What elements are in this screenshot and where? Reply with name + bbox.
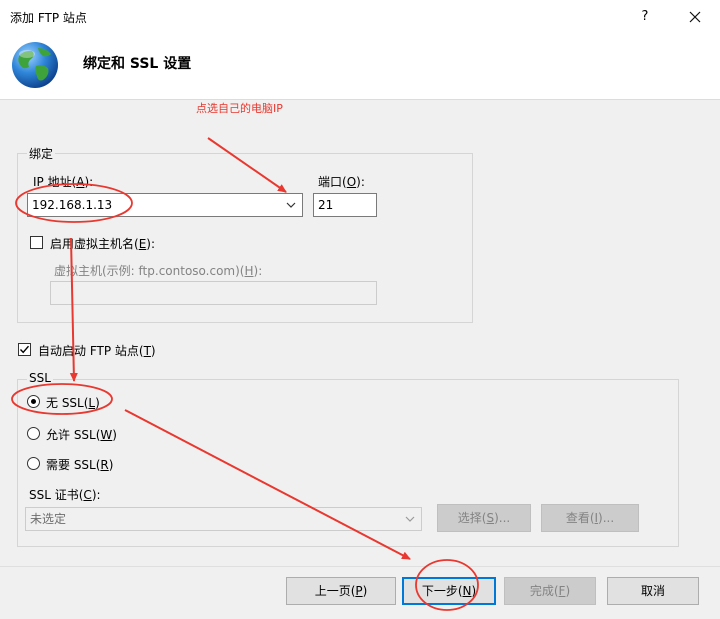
- previous-key: P: [355, 584, 363, 598]
- autostart-checkbox[interactable]: [18, 343, 31, 356]
- select-cert-key: S: [486, 511, 495, 525]
- require-ssl-label-end: ): [108, 458, 114, 472]
- require-ssl-label-text: 需要 SSL(: [46, 458, 101, 472]
- globe-icon: [10, 40, 60, 90]
- chevron-down-icon: [405, 516, 415, 522]
- cancel-button[interactable]: 取消: [607, 577, 699, 605]
- ip-label-text: IP 地址(: [33, 175, 77, 189]
- port-value: 21: [318, 198, 334, 212]
- autostart-label: 自动启动 FTP 站点(T): [38, 342, 156, 359]
- port-label-text: 端口(: [318, 175, 347, 189]
- ip-address-label: IP 地址(A):: [33, 173, 93, 190]
- virtual-host-field-label-text: 虚拟主机(示例: ftp.contoso.com)(: [54, 264, 245, 278]
- virtual-host-input[interactable]: [50, 281, 377, 305]
- require-ssl-radio[interactable]: [27, 457, 40, 470]
- previous-button[interactable]: 上一页(P): [286, 577, 396, 605]
- ssl-group-label: SSL: [27, 371, 53, 385]
- next-text: 下一步(: [421, 584, 463, 598]
- port-label: 端口(O):: [318, 173, 365, 190]
- ip-address-value: 192.168.1.13: [32, 198, 113, 212]
- finish-end: ): [565, 584, 571, 598]
- port-label-key: O: [346, 175, 357, 189]
- ssl-cert-value: 未选定: [30, 512, 67, 526]
- virtual-host-checkbox[interactable]: [30, 236, 43, 249]
- require-ssl-label-key: R: [100, 458, 109, 472]
- allow-ssl-label-text: 允许 SSL(: [46, 428, 101, 442]
- port-label-end: ):: [356, 175, 365, 189]
- allow-ssl-label-end: ): [112, 428, 117, 442]
- view-cert-text: 查看(: [565, 511, 595, 525]
- select-cert-end: )...: [494, 511, 511, 525]
- finish-button[interactable]: 完成(F): [504, 577, 596, 605]
- ssl-cert-label: SSL 证书(C):: [29, 486, 101, 503]
- help-button[interactable]: ?: [632, 6, 658, 28]
- radio-selected-dot: [31, 399, 36, 404]
- allow-ssl-label: 允许 SSL(W): [46, 426, 117, 443]
- no-ssl-label-end: ): [95, 396, 100, 410]
- no-ssl-label: 无 SSL(L): [46, 394, 100, 411]
- virtual-host-label-text: 启用虚拟主机名(: [50, 237, 139, 251]
- allow-ssl-radio[interactable]: [27, 427, 40, 440]
- view-cert-end: )...: [598, 511, 615, 525]
- virtual-host-label: 启用虚拟主机名(E):: [50, 235, 155, 252]
- virtual-host-field-label-key: H: [244, 264, 254, 278]
- close-icon: [689, 11, 701, 23]
- next-button[interactable]: 下一步(N): [402, 577, 496, 605]
- ssl-cert-combobox[interactable]: 未选定: [25, 507, 422, 531]
- ssl-cert-label-text: SSL 证书(: [29, 488, 84, 502]
- no-ssl-label-text: 无 SSL(: [46, 396, 89, 410]
- autostart-label-key: T: [143, 344, 151, 358]
- footer-divider: [0, 566, 720, 567]
- port-input[interactable]: 21: [313, 193, 377, 217]
- page-title: 绑定和 SSL 设置: [83, 56, 192, 72]
- next-end: ): [471, 584, 477, 598]
- previous-text: 上一页(: [314, 584, 356, 598]
- no-ssl-radio[interactable]: [27, 395, 40, 408]
- virtual-host-field-label: 虚拟主机(示例: ftp.contoso.com)(H):: [54, 262, 262, 279]
- select-cert-button[interactable]: 选择(S)...: [437, 504, 531, 532]
- select-cert-text: 选择(: [457, 511, 487, 525]
- ssl-cert-label-end: ):: [91, 488, 101, 502]
- ip-label-end: ):: [84, 175, 94, 189]
- autostart-label-text: 自动启动 FTP 站点(: [38, 344, 144, 358]
- binding-group-label: 绑定: [27, 145, 56, 162]
- virtual-host-field-label-end: ):: [253, 264, 263, 278]
- require-ssl-label: 需要 SSL(R): [46, 456, 113, 473]
- checkmark-icon: [19, 345, 30, 354]
- view-cert-button[interactable]: 查看(I)...: [541, 504, 639, 532]
- chevron-down-icon: [286, 202, 296, 208]
- previous-end: ): [362, 584, 368, 598]
- allow-ssl-label-key: W: [100, 428, 113, 442]
- ip-label-key: A: [76, 175, 85, 189]
- window-title: 添加 FTP 站点: [10, 11, 87, 25]
- autostart-label-end: ): [150, 344, 156, 358]
- annotation-note: 点选自己的电脑IP: [196, 102, 283, 115]
- title-bar: [0, 0, 720, 34]
- virtual-host-label-end: ):: [146, 237, 156, 251]
- close-button[interactable]: [680, 5, 710, 29]
- ssl-cert-label-key: C: [83, 488, 92, 502]
- ip-address-combobox[interactable]: 192.168.1.13: [27, 193, 303, 217]
- finish-text: 完成(: [529, 584, 559, 598]
